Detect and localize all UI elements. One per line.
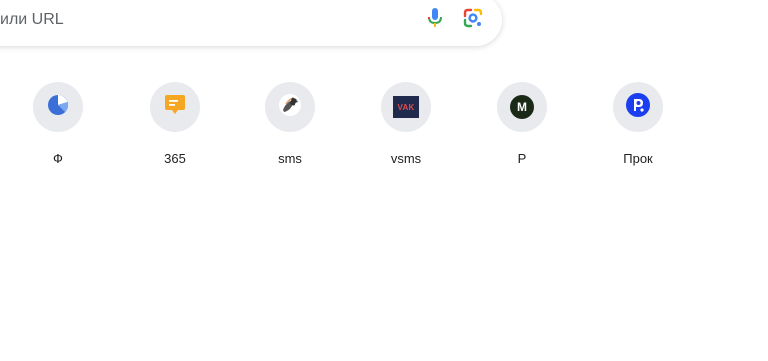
shortcut-icon-wrapper: M	[497, 82, 547, 132]
chat-message-icon	[163, 93, 187, 122]
shortcut-icon-wrapper: VAK	[381, 82, 431, 132]
shortcut-tile[interactable]: 365	[127, 82, 223, 174]
hand-phone-icon	[277, 92, 303, 123]
shortcut-tile[interactable]: Ф	[10, 82, 106, 174]
shortcut-tile[interactable]: Прок	[590, 82, 686, 174]
shortcut-icon-wrapper	[33, 82, 83, 132]
shortcut-label: Ф	[53, 151, 63, 166]
shortcuts-grid: Ф 365 sms VAK vsms M Р Прок	[0, 82, 768, 182]
shortcut-label: Р	[517, 151, 527, 166]
pie-chart-icon	[46, 93, 70, 122]
shortcut-tile[interactable]: M Р	[474, 82, 570, 174]
shortcut-label: Прок	[623, 151, 653, 166]
new-tab-page: или URL Ф 365 sms VAK vsms M Р Прок	[0, 0, 768, 361]
search-box[interactable]: или URL	[0, 0, 502, 46]
shortcut-tile[interactable]: VAK vsms	[358, 82, 454, 174]
p-circle-logo-icon	[625, 92, 651, 123]
search-placeholder[interactable]: или URL	[0, 10, 64, 30]
shortcut-icon-wrapper	[613, 82, 663, 132]
shortcut-tile[interactable]: sms	[242, 82, 338, 174]
shortcut-icon-wrapper	[265, 82, 315, 132]
vak-logo-icon: VAK	[393, 96, 419, 118]
shortcut-label: vsms	[390, 151, 422, 166]
shortcut-icon-wrapper	[150, 82, 200, 132]
shortcut-label: 365	[164, 151, 186, 166]
shortcut-label: sms	[278, 151, 302, 166]
m-logo-icon: M	[510, 95, 534, 119]
microphone-icon[interactable]	[423, 6, 447, 30]
google-lens-icon[interactable]	[461, 6, 485, 30]
